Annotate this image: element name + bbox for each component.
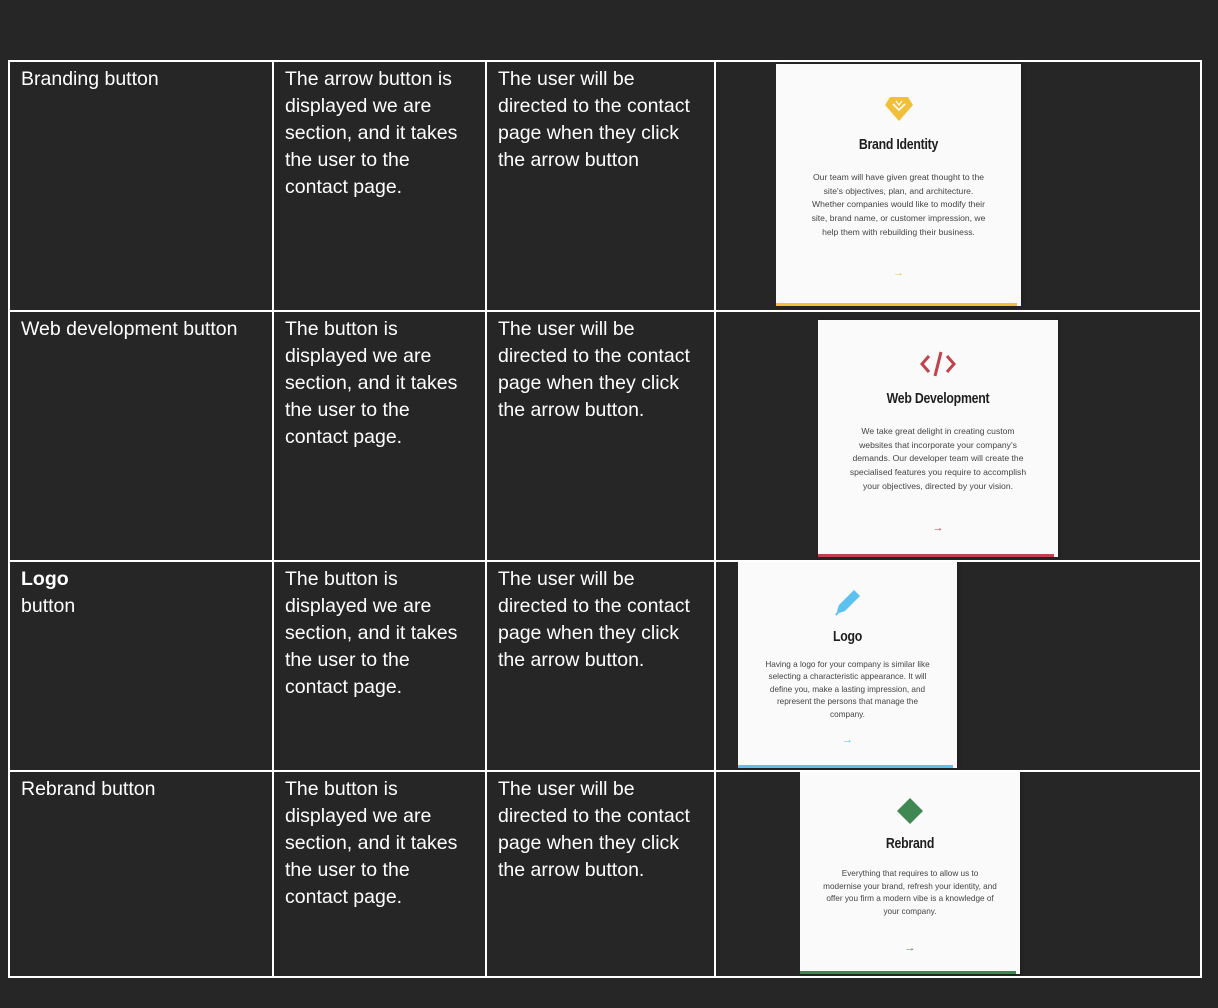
service-card-logo: Logo Having a logo for your company is s… xyxy=(738,563,957,768)
card-description: Our team will have given great thought t… xyxy=(811,172,986,237)
card-title: Logo xyxy=(832,628,863,645)
service-card-rebrand: Rebrand Everything that requires to allo… xyxy=(800,773,1020,974)
element-description: The button is displayed we are section, … xyxy=(285,318,458,448)
element-name: Web development button xyxy=(21,318,238,340)
element-description: The button is displayed we are section, … xyxy=(285,568,458,698)
documentation-table: Branding button The arrow button is disp… xyxy=(8,60,1202,978)
card-accent-bar xyxy=(738,765,953,768)
diamond-shape-icon xyxy=(897,798,923,824)
element-name-cell: Branding button xyxy=(8,60,274,312)
card-title: Rebrand xyxy=(885,835,935,852)
element-name: Rebrand button xyxy=(21,778,156,800)
arrow-button[interactable]: → xyxy=(800,935,1020,962)
result-cell: The user will be directed to the contact… xyxy=(485,60,716,312)
table-row: Web development button The button is dis… xyxy=(8,310,1202,562)
expected-result: The user will be directed to the contact… xyxy=(498,568,690,671)
table-row: Logo button The button is displayed we a… xyxy=(8,560,1202,772)
element-name: button xyxy=(21,595,76,617)
description-cell: The button is displayed we are section, … xyxy=(272,310,487,562)
card-accent-bar xyxy=(818,554,1054,557)
element-name-bold: Logo xyxy=(21,568,69,590)
description-cell: The button is displayed we are section, … xyxy=(272,560,487,772)
description-cell: The arrow button is displayed we are sec… xyxy=(272,60,487,312)
card-description: Having a logo for your company is simila… xyxy=(765,660,930,719)
code-icon xyxy=(920,351,956,377)
element-name: Branding button xyxy=(21,68,159,90)
screenshot-cell: Logo Having a logo for your company is s… xyxy=(714,560,1202,772)
expected-result: The user will be directed to the contact… xyxy=(498,68,690,171)
table-row: Branding button The arrow button is disp… xyxy=(8,60,1202,312)
element-description: The arrow button is displayed we are sec… xyxy=(285,68,458,198)
screenshot-cell: Brand Identity Our team will have given … xyxy=(714,60,1202,312)
card-title: Brand Identity xyxy=(858,136,939,153)
result-cell: The user will be directed to the contact… xyxy=(485,770,716,978)
element-name-cell: Web development button xyxy=(8,310,274,562)
arrow-button[interactable]: → xyxy=(818,515,1058,542)
description-cell: The button is displayed we are section, … xyxy=(272,770,487,978)
arrow-button[interactable]: → xyxy=(738,727,957,754)
table-row: Rebrand button The button is displayed w… xyxy=(8,770,1202,978)
card-accent-bar xyxy=(776,303,1017,306)
service-card-brand-identity: Brand Identity Our team will have given … xyxy=(776,64,1021,306)
expected-result: The user will be directed to the contact… xyxy=(498,318,690,421)
screenshot-cell: Web Development We take great delight in… xyxy=(714,310,1202,562)
card-description: Everything that requires to allow us to … xyxy=(823,869,997,916)
result-cell: The user will be directed to the contact… xyxy=(485,310,716,562)
element-name-cell: Rebrand button xyxy=(8,770,274,978)
diamond-gem-icon xyxy=(884,97,913,121)
expected-result: The user will be directed to the contact… xyxy=(498,778,690,881)
card-title: Web Development xyxy=(886,390,990,407)
screenshot-cell: Rebrand Everything that requires to allo… xyxy=(714,770,1202,978)
element-name-cell: Logo button xyxy=(8,560,274,772)
pen-icon xyxy=(834,590,860,616)
result-cell: The user will be directed to the contact… xyxy=(485,560,716,772)
card-accent-bar xyxy=(800,971,1016,974)
arrow-button[interactable]: → xyxy=(776,260,1021,287)
element-description: The button is displayed we are section, … xyxy=(285,778,458,908)
service-card-web-development: Web Development We take great delight in… xyxy=(818,320,1058,557)
card-description: We take great delight in creating custom… xyxy=(849,426,1027,491)
